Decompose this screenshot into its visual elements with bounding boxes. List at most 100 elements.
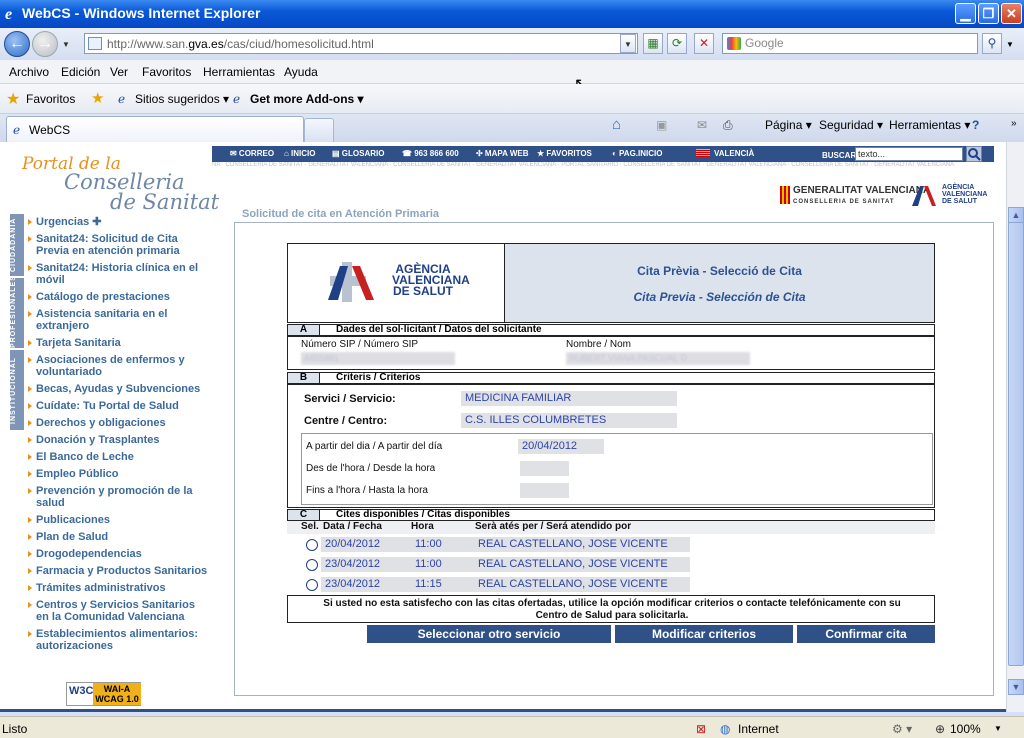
servicio-label: Servici / Servicio: (304, 393, 396, 405)
nav-centros[interactable]: Centros y Servicios Sanitarios en la Com… (28, 599, 208, 623)
safety-menu[interactable]: Seguridad ▾ (819, 118, 883, 132)
nav-plan-salud[interactable]: Plan de Salud (28, 531, 208, 543)
section-b-letter: B (288, 373, 320, 383)
cita-radio[interactable] (306, 579, 318, 591)
nav-derechos[interactable]: Derechos y obligaciones (28, 417, 208, 429)
zone-label: Internet (738, 722, 779, 736)
restore-button[interactable]: ❐ (978, 3, 999, 24)
menu-archivo[interactable]: Archivo (9, 65, 49, 79)
zoom-icon[interactable]: ⊕ (935, 722, 945, 736)
nav-banco-leche[interactable]: El Banco de Leche (28, 451, 208, 463)
tab-ciudadania[interactable]: CIUDADANÍA (10, 214, 24, 276)
wai-a-badge[interactable]: W3C WAI-A WCAG 1.0 (66, 682, 141, 706)
nav-donacion[interactable]: Donación y Trasplantes (28, 434, 208, 446)
vertical-scrollbar[interactable]: ▲ ▼ (1006, 142, 1024, 712)
a-partir-value[interactable]: 20/04/2012 (518, 439, 604, 454)
tab-webcs[interactable]: ℯ WebCS (6, 116, 304, 142)
nav-empleo[interactable]: Empleo Público (28, 468, 208, 480)
zoom-dropdown-icon[interactable]: ▼ (994, 724, 1002, 733)
hasta-value[interactable] (520, 483, 569, 498)
help-icon[interactable]: ? (972, 118, 979, 132)
select-other-service-button[interactable]: Seleccionar otro servicio (367, 625, 611, 643)
nav-becas[interactable]: Becas, Ayudas y Subvenciones (28, 383, 208, 395)
page-menu[interactable]: Página ▾ (765, 118, 812, 132)
buscar-label: BUSCAR (822, 151, 857, 160)
compatibility-view-icon[interactable]: ▦ (643, 33, 663, 54)
nav-telefono[interactable]: ☎ 963 866 600 (402, 149, 459, 158)
search-input[interactable]: Google (722, 33, 978, 54)
tab-institucional[interactable]: INSTITUCIONAL (10, 350, 24, 430)
nav-catalogo[interactable]: Catálogo de prestaciones (28, 291, 208, 303)
modify-criteria-button[interactable]: Modificar criterios (615, 625, 793, 643)
desde-value[interactable] (520, 461, 569, 476)
nav-asociaciones[interactable]: Asociaciones de enfermos y voluntariado (28, 354, 208, 378)
new-tab-button[interactable] (304, 118, 334, 142)
breadcrumb: Solicitud de cita en Atención Primaria (242, 208, 440, 220)
forward-button[interactable]: → (32, 31, 58, 57)
cita-radio[interactable] (306, 539, 318, 551)
favorites-star-icon: ★ (6, 91, 21, 108)
back-button[interactable]: ← (4, 31, 30, 57)
nav-extranjero[interactable]: Asistencia sanitaria en el extranjero (28, 308, 208, 332)
nav-favoritos[interactable]: ★ FAVORITOS (537, 149, 592, 158)
search-icon[interactable]: ⚲ (982, 33, 1002, 54)
nav-valencia[interactable]: VALENCIÀ (714, 149, 754, 158)
menu-ayuda[interactable]: Ayuda (284, 65, 318, 79)
nav-mapa-web[interactable]: ✣ MAPA WEB (476, 149, 528, 158)
feeds-icon[interactable]: ▣ (656, 118, 667, 132)
menu-favoritos[interactable]: Favoritos (142, 65, 191, 79)
tab-profesionales[interactable]: PROFESIONALES (10, 275, 24, 348)
conselleria-name: CONSELLERIA DE SANITAT (793, 199, 895, 205)
scroll-thumb[interactable] (1008, 222, 1024, 666)
svg-text:e: e (5, 6, 12, 21)
home-icon[interactable]: ⌂ (612, 116, 621, 133)
nav-pag-inicio[interactable]: ◐ PAG.INICIO (612, 149, 662, 158)
nav-inicio[interactable]: ⌂ INICIO (284, 149, 316, 158)
nav-urgencias[interactable]: Urgencias ✚ (28, 216, 208, 228)
nav-establecimientos[interactable]: Establecimientos alimentarios: autorizac… (28, 628, 208, 652)
popup-blocked-icon[interactable]: ⊠ (696, 722, 706, 736)
minimize-button[interactable]: ▁ (955, 3, 976, 24)
favorites-button[interactable]: Favoritos (26, 92, 75, 106)
agency-logo-text: AGÈNCIA VALENCIANA DE SALUT (392, 262, 470, 298)
cita-radio[interactable] (306, 559, 318, 571)
scroll-up-icon[interactable]: ▲ (1008, 207, 1024, 223)
address-dropdown-icon[interactable]: ▼ (620, 34, 636, 53)
print-icon[interactable]: ⎙ (723, 118, 733, 133)
close-window-button[interactable]: ✕ (1001, 3, 1022, 24)
mail-icon[interactable]: ✉ (697, 118, 707, 132)
nav-tramites[interactable]: Trámites administrativos (28, 582, 208, 594)
nav-prevencion[interactable]: Prevención y promoción de la salud (28, 485, 208, 509)
menu-edicion[interactable]: Edición (61, 65, 100, 79)
nav-publicaciones[interactable]: Publicaciones (28, 514, 208, 526)
address-field[interactable]: http://www.san.gva.es/cas/ciud/homesolic… (84, 33, 638, 54)
stop-icon[interactable]: ✕ (694, 33, 714, 54)
get-addons-link[interactable]: Get more Add-ons ▾ (250, 92, 364, 106)
menu-ver[interactable]: Ver (110, 65, 128, 79)
menu-herramientas[interactable]: Herramientas (203, 65, 275, 79)
refresh-icon[interactable]: ⟳ (667, 33, 687, 54)
nav-correo[interactable]: ✉ CORREO (230, 149, 274, 158)
chevron-more-icon[interactable]: » (1011, 118, 1017, 129)
nav-historia-clinica[interactable]: Sanitat24: Historia clínica en el móvil (28, 262, 208, 286)
cita-hora: 11:00 (411, 537, 474, 552)
add-favorite-icon[interactable]: ★ (91, 89, 104, 107)
tools-menu[interactable]: Herramientas ▾ (889, 118, 970, 132)
history-dropdown-icon[interactable]: ▼ (62, 40, 70, 49)
nav-farmacia[interactable]: Farmacia y Productos Sanitarios (28, 565, 208, 577)
nav-cita-previa[interactable]: Sanitat24: Solicitud de Cita Previa en a… (28, 233, 208, 257)
section-c-letter: C (288, 510, 320, 520)
search-options-icon[interactable]: ▼ (1006, 40, 1014, 49)
protected-mode-icon[interactable]: ⚙ ▾ (892, 722, 912, 736)
nav-tarjeta[interactable]: Tarjeta Sanitaria (28, 337, 208, 349)
zoom-level[interactable]: 100% (950, 722, 981, 736)
confirm-appointment-button[interactable]: Confirmar cita (797, 625, 935, 643)
site-search-button[interactable] (966, 146, 982, 162)
nav-cuidate[interactable]: Cuídate: Tu Portal de Salud (28, 400, 208, 412)
nav-drogodependencias[interactable]: Drogodependencias (28, 548, 208, 560)
suggested-sites-link[interactable]: Sitios sugeridos ▾ (135, 92, 229, 106)
agency-logo-box: AGÈNCIA VALENCIANA DE SALUT (287, 243, 505, 323)
nav-glosario[interactable]: ▤ GLOSARIO (332, 149, 384, 158)
site-search-input[interactable]: texto... (855, 147, 963, 161)
scroll-down-icon[interactable]: ▼ (1008, 679, 1024, 695)
